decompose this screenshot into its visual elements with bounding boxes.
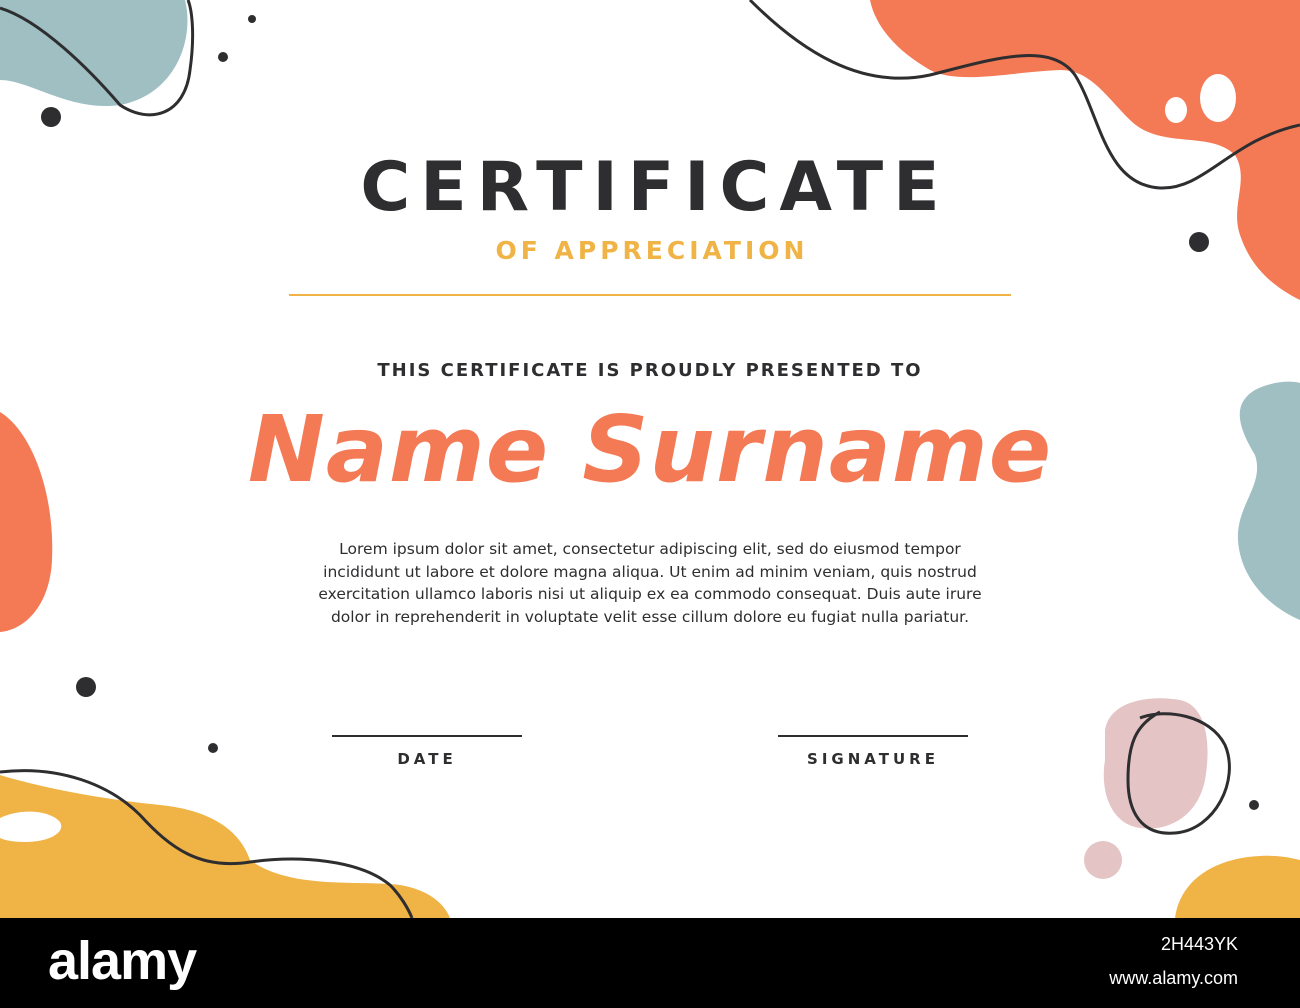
presented-to-label: THIS CERTIFICATE IS PROUDLY PRESENTED TO xyxy=(377,360,923,381)
title-divider xyxy=(289,294,1011,296)
dot xyxy=(41,107,61,127)
date-label: DATE xyxy=(397,750,457,768)
mustard-blob-bottom-right xyxy=(1175,855,1300,918)
dot xyxy=(1249,800,1259,810)
watermark-bar: alamy 2H443YK www.alamy.com xyxy=(0,918,1300,1008)
white-hole xyxy=(1200,74,1236,122)
dot xyxy=(248,15,256,23)
teal-blob-top-left xyxy=(0,0,188,107)
date-line xyxy=(332,735,522,737)
certificate-subtitle: OF APPRECIATION xyxy=(495,236,809,265)
certificate-title: CERTIFICATE xyxy=(360,148,950,227)
certificate: CERTIFICATE OF APPRECIATION THIS CERTIFI… xyxy=(0,0,1300,918)
dot xyxy=(218,52,228,62)
dot xyxy=(208,743,218,753)
alamy-logo: alamy xyxy=(48,931,197,991)
mustard-blob-bottom-left xyxy=(0,775,450,918)
white-hole xyxy=(1165,97,1187,123)
signature-label: SIGNATURE xyxy=(807,750,939,768)
pink-dot xyxy=(1084,841,1122,879)
signature-line xyxy=(778,735,968,737)
recipient-name: Name Surname xyxy=(247,396,1053,503)
image-id: 2H443YK xyxy=(1160,934,1238,954)
certificate-body-text: Lorem ipsum dolor sit amet, consectetur … xyxy=(318,540,982,626)
dot xyxy=(76,677,96,697)
watermark-url: www.alamy.com xyxy=(1109,968,1238,988)
